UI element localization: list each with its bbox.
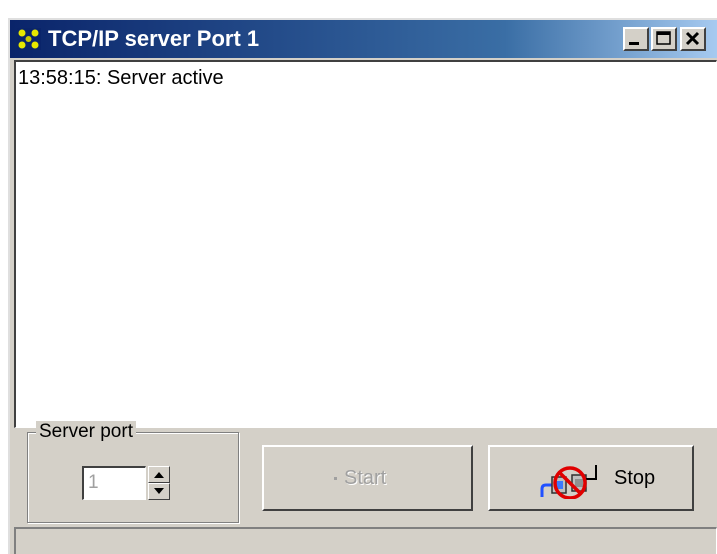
stop-button[interactable]: Stop — [488, 445, 694, 511]
title-bar[interactable]: TCP/IP server Port 1 — [10, 20, 717, 58]
server-port-label: Server port — [36, 421, 136, 443]
close-icon — [685, 31, 700, 46]
start-icon — [334, 477, 337, 480]
server-port-spinner[interactable] — [148, 466, 170, 500]
server-port-group: Server port 1 — [27, 421, 239, 523]
arrow-up-icon — [154, 472, 164, 478]
tcpip-server-window: TCP/IP server Port 1 13:58:15: Server ac… — [8, 18, 717, 554]
start-button[interactable]: Start — [262, 445, 473, 511]
network-icon — [17, 28, 41, 50]
start-button-label: Start — [344, 467, 387, 489]
stop-button-label: Stop — [614, 467, 656, 489]
spin-down-button[interactable] — [148, 483, 170, 500]
minimize-button[interactable] — [623, 27, 649, 51]
maximize-icon — [656, 31, 671, 45]
disconnect-plug-icon — [540, 465, 597, 499]
log-output[interactable]: 13:58:15: Server active — [14, 60, 717, 428]
minimize-icon — [629, 42, 639, 45]
log-line: 13:58:15: Server active — [18, 67, 224, 89]
spin-up-button[interactable] — [148, 466, 170, 483]
status-bar — [14, 527, 717, 554]
server-port-input[interactable]: 1 — [82, 466, 146, 500]
maximize-button[interactable] — [651, 27, 677, 51]
window-title: TCP/IP server Port 1 — [48, 26, 260, 51]
arrow-down-icon — [154, 488, 164, 494]
close-button[interactable] — [680, 27, 706, 51]
